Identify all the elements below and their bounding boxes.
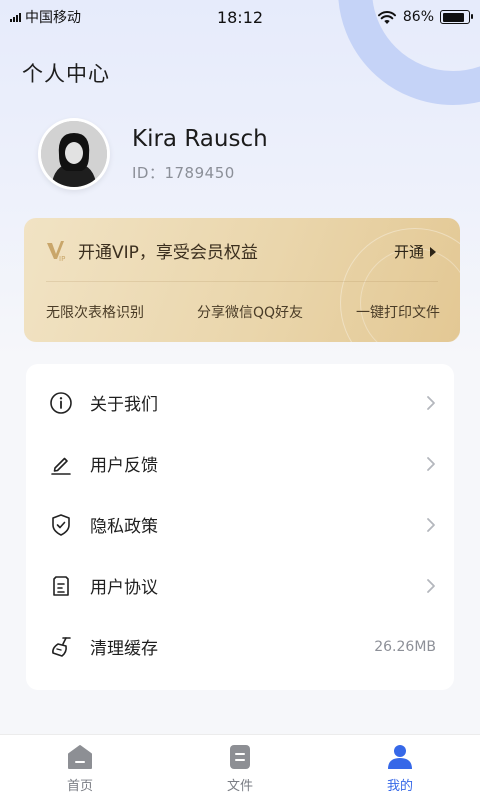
chevron-right-icon [427,395,435,410]
chevron-right-icon [427,578,435,593]
vip-divider [46,281,438,282]
tab-label: 文件 [226,779,253,794]
svg-text:IP: IP [59,255,65,263]
status-left: 中国移动 [10,7,81,27]
vip-header: IP 开通VIP，享受会员权益 [46,238,258,263]
tab-label: 首页 [66,779,93,794]
avatar[interactable] [38,118,110,190]
user-id: ID：1789450 [132,164,235,182]
vip-card[interactable]: IP 开通VIP，享受会员权益 开通 无限次表格识别 分享微信QQ好友 一键打印… [24,218,460,342]
menu-item-privacy[interactable]: 隐私政策 [26,494,454,555]
menu-item-agreement[interactable]: 用户协议 [26,555,454,616]
menu-item-clear-cache[interactable]: 清理缓存 26.26MB [26,616,454,677]
avatar-photo [41,121,107,187]
battery-fill [442,12,464,22]
tab-mine[interactable]: 我的 [320,735,480,800]
menu-item-feedback[interactable]: 用户反馈 [26,433,454,494]
broom-icon [48,634,74,660]
chevron-right-icon [427,517,435,532]
tab-label: 我的 [386,779,413,794]
document-icon [48,573,74,599]
cache-size: 26.26MB [374,638,436,655]
menu-label: 隐私政策 [90,517,158,537]
user-name: Kira Rausch [132,126,268,152]
menu-label: 清理缓存 [90,639,158,659]
pencil-icon [48,451,74,477]
battery-icon [440,10,473,24]
signal-icon [10,12,21,22]
menu-label: 关于我们 [90,395,158,415]
shield-check-icon [48,512,74,538]
status-bar: 中国移动 18:12 86% [0,0,480,34]
status-right: 86% [377,9,473,25]
vip-title: 开通VIP，享受会员权益 [78,243,258,263]
settings-menu: 关于我们 用户反馈 隐私政策 用户协议 清理缓存 26.26MB [26,364,454,690]
page-title: 个人中心 [22,62,110,86]
profile-icon [388,745,412,769]
profile-page: 中国移动 18:12 86% 个人中心 Kira Rausch ID：17894… [0,0,480,800]
vip-open-label: 开通 [393,243,424,261]
info-icon [48,390,74,416]
tab-home[interactable]: 首页 [0,735,160,800]
bottom-tab-bar: 首页 文件 我的 [0,734,480,800]
vip-logo-icon: IP [47,240,65,263]
menu-item-about[interactable]: 关于我们 [26,372,454,433]
vip-feature: 分享微信QQ好友 [196,305,304,321]
menu-label: 用户反馈 [90,456,158,476]
vip-feature: 无限次表格识别 [46,305,144,321]
wifi-icon [377,10,396,24]
battery-percent: 86% [402,9,434,25]
play-arrow-icon [430,246,436,257]
vip-features: 无限次表格识别 分享微信QQ好友 一键打印文件 [46,302,440,322]
vip-open-button[interactable]: 开通 [394,241,436,262]
chevron-right-icon [427,456,435,471]
file-icon [230,745,250,769]
tab-files[interactable]: 文件 [160,735,320,800]
carrier-label: 中国移动 [25,10,81,26]
vip-feature: 一键打印文件 [355,305,440,321]
menu-label: 用户协议 [90,578,158,598]
home-icon [68,745,92,769]
